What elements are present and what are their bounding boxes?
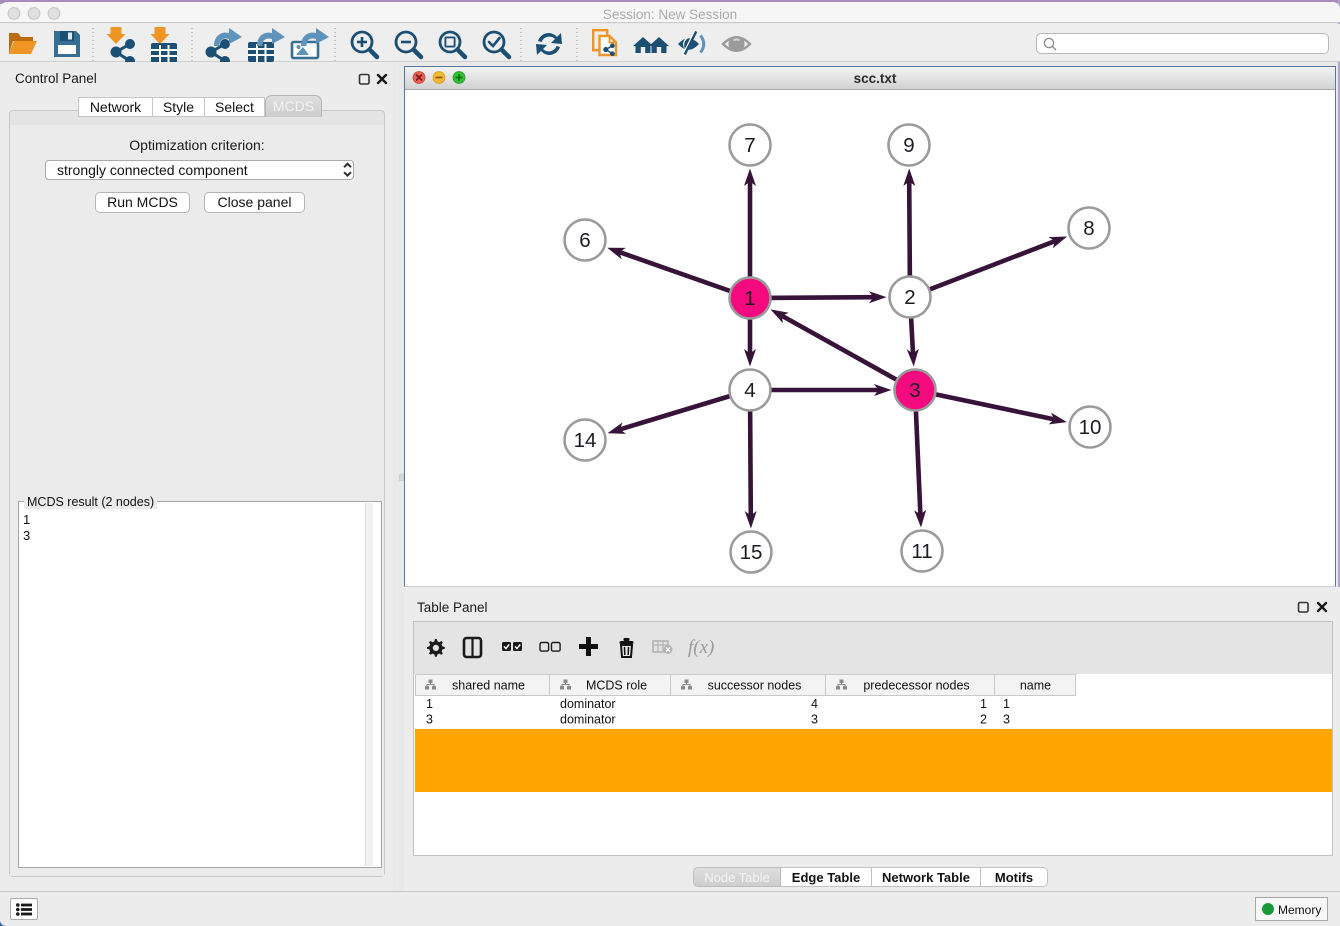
- svg-text:15: 15: [740, 541, 763, 564]
- svg-text:3: 3: [909, 379, 920, 402]
- svg-text:9: 9: [903, 134, 914, 157]
- svg-text:14: 14: [574, 429, 597, 452]
- svg-text:4: 4: [744, 379, 755, 402]
- svg-text:7: 7: [744, 134, 755, 157]
- svg-text:8: 8: [1083, 217, 1094, 240]
- svg-text:10: 10: [1079, 416, 1102, 439]
- svg-text:1: 1: [744, 287, 755, 310]
- svg-text:2: 2: [904, 286, 915, 309]
- svg-text:11: 11: [911, 540, 932, 563]
- svg-text:6: 6: [579, 229, 590, 252]
